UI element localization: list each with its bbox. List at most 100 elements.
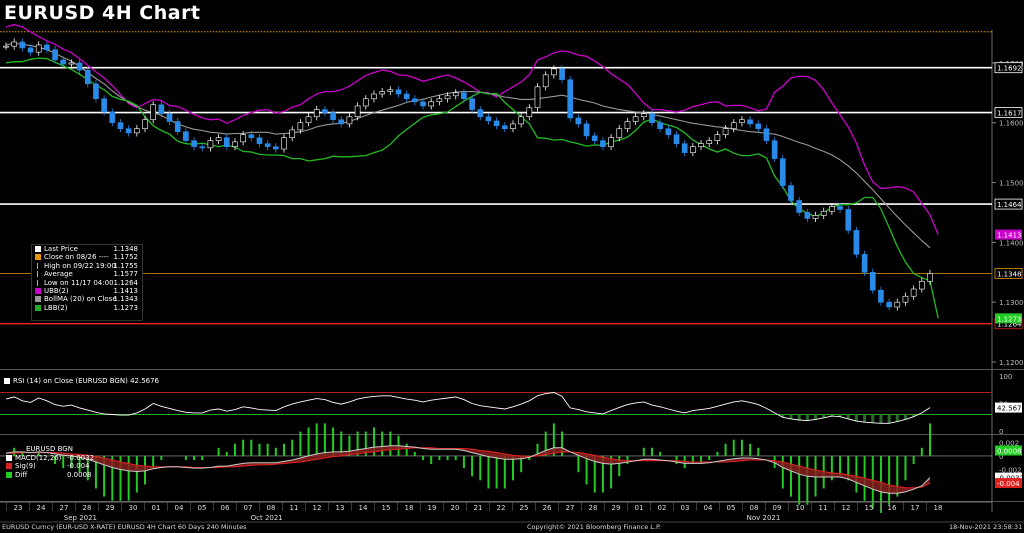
candle-body [354, 105, 361, 118]
x-tick-label: 03 [681, 504, 690, 512]
y-tick-label: 1.1500 [999, 180, 1024, 188]
x-tick-label: 11 [290, 504, 299, 512]
candle-body [273, 146, 279, 150]
legend-value: 1.1348 [113, 245, 139, 253]
candle-body [649, 113, 655, 124]
candle-body [796, 200, 803, 213]
candle-body [616, 128, 623, 138]
legend-swatch [35, 304, 41, 311]
rsi-line [5, 392, 931, 424]
x-tick-label: 17 [911, 504, 920, 512]
x-tick-label: 20 [451, 504, 460, 512]
candle-body [412, 98, 418, 103]
candle-body [191, 140, 197, 147]
macd-legend-swatch [6, 471, 12, 478]
x-tick-label: 22 [497, 504, 506, 512]
x-tick-label: 28 [83, 504, 92, 512]
candle-body [706, 140, 713, 144]
candle-body [3, 45, 9, 48]
x-tick-label: 30 [129, 504, 138, 512]
candle-body [27, 47, 34, 53]
candle-body [289, 129, 296, 138]
x-tick-label: 05 [198, 504, 207, 512]
legend-swatch [35, 254, 41, 261]
candle-body [11, 41, 18, 47]
y-tick-label: 1.1300 [999, 299, 1024, 307]
candle-body [44, 44, 50, 51]
x-tick-label: 08 [750, 504, 759, 512]
legend-value: 1.1264 [113, 278, 139, 287]
candle-body [698, 143, 704, 147]
candle-body [117, 122, 124, 130]
candle-body [779, 158, 786, 186]
candle-body [681, 143, 688, 153]
candle-body [313, 109, 320, 118]
rsi-y-tick-label: 0 [999, 428, 1003, 436]
candle-body [19, 41, 26, 49]
candle-body [690, 146, 696, 153]
candle-body [526, 107, 533, 118]
footer-left: EURUSD Curncy (EUR-USD X-RATE) EURUSD 4H… [2, 523, 247, 531]
legend-swatch [37, 271, 38, 278]
legend-row: Low on 11/17 04:00 1.1264 [32, 279, 142, 287]
x-tick-label: 04 [704, 504, 713, 512]
candle-body [207, 140, 214, 149]
candle-body [436, 98, 443, 103]
x-tick-label: 21 [474, 504, 483, 512]
candle-body [575, 117, 582, 125]
footer-right: 18-Nov-2021 23:58:31 [949, 523, 1023, 531]
candle-body [624, 121, 631, 130]
macd-legend-value: 0.0008 [67, 470, 92, 479]
candle-body [248, 134, 255, 138]
candle-body [763, 128, 770, 141]
legend-row: Average 1.1577 [32, 270, 142, 278]
candle-body [894, 301, 901, 308]
legend-label: UBB(2) [44, 286, 69, 295]
rsi-legend-value: 42.5676 [130, 377, 160, 385]
x-tick-label: 10 [796, 504, 805, 512]
candle-body [109, 111, 116, 124]
legend-row: High on 09/22 19:00 1.1755 [32, 262, 142, 270]
macd-legend-label: Sig(9) [15, 462, 36, 471]
candle-body [788, 185, 794, 201]
candle-body [240, 134, 246, 143]
candle-body [501, 125, 508, 130]
candle-body [910, 288, 917, 297]
candle-body [223, 137, 230, 147]
footer-center: Copyright© 2021 Bloomberg Finance L.P. [527, 523, 661, 531]
candle-body [771, 140, 778, 159]
macd-legend-label: Diff [15, 470, 28, 479]
x-tick-label: 29 [612, 504, 621, 512]
candle-body [673, 134, 680, 144]
candle-body [338, 119, 345, 125]
legend-swatch [37, 262, 38, 269]
macd-value-badge-label: -0.004 [997, 480, 1020, 488]
legend-value: 1.1577 [113, 270, 139, 279]
candle-body [567, 79, 574, 119]
macd-legend-header: EURUSD BGN [26, 445, 73, 453]
macd-value-badge-label: 0.0008 [997, 448, 1022, 456]
legend-row: LBB(2) 1.1273 [32, 304, 142, 312]
x-tick-label: 24 [37, 504, 46, 512]
x-tick-label: 23 [14, 504, 23, 512]
x-month-label: Sep 2021 [64, 514, 97, 522]
level-badge-label: 1.1464 [997, 201, 1022, 209]
candle-body [559, 68, 565, 80]
candle-body [444, 95, 451, 100]
candle-body [362, 98, 369, 107]
candle-body [452, 92, 459, 97]
candle-body [804, 212, 811, 219]
legend-value: 1.1752 [113, 253, 139, 262]
x-tick-label: 09 [773, 504, 782, 512]
candle-body [158, 104, 165, 115]
x-tick-label: 15 [865, 504, 874, 512]
x-tick-label: 28 [589, 504, 598, 512]
candle-body [853, 230, 860, 255]
candle-body [142, 119, 148, 130]
x-tick-label: 18 [405, 504, 414, 512]
x-tick-label: 27 [60, 504, 69, 512]
candle-body [878, 289, 884, 303]
candle-body [837, 206, 843, 210]
candle-body [60, 59, 67, 65]
x-tick-label: 12 [842, 504, 851, 512]
